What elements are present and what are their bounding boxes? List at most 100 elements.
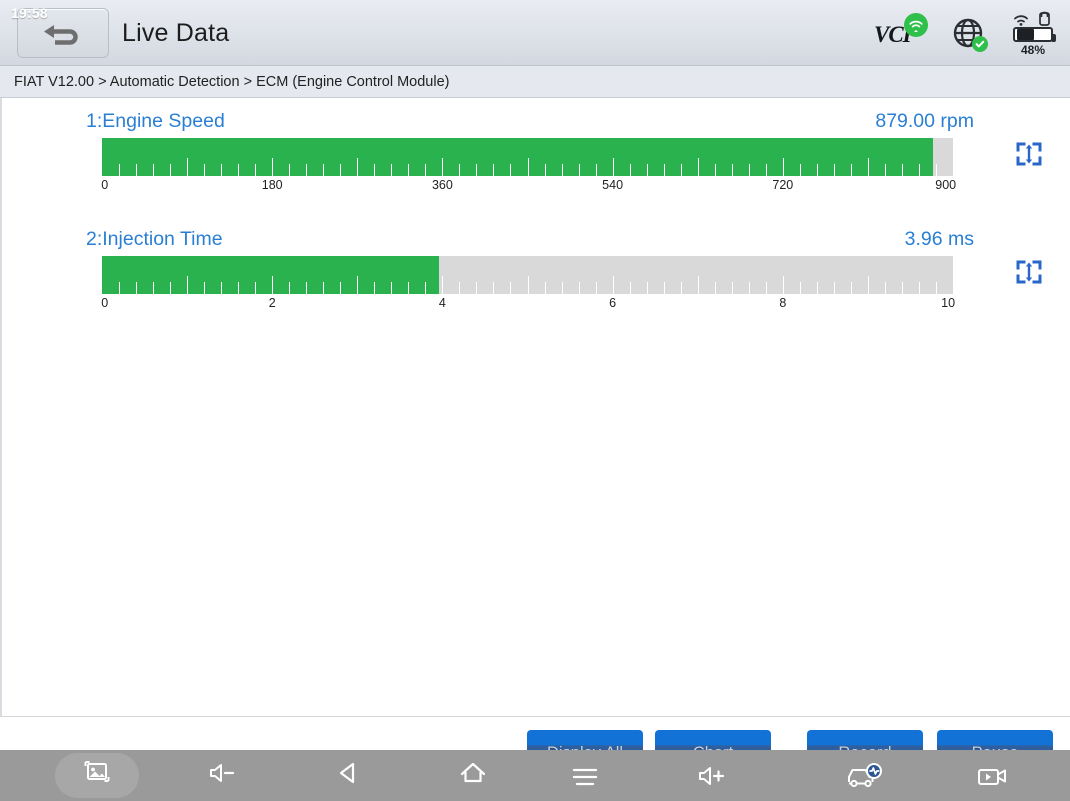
gauge-tick xyxy=(595,164,597,176)
live-data-item-value: 3.96 ms xyxy=(904,227,974,250)
gauge-tick xyxy=(187,158,189,176)
nav-screenshot[interactable] xyxy=(52,750,142,801)
volume-up-icon xyxy=(668,750,758,801)
volume-down-icon xyxy=(206,760,240,791)
gauge-axis-label: 180 xyxy=(261,178,283,192)
gauge-tick xyxy=(578,282,580,294)
breadcrumb-text: FIAT V12.00 > Automatic Detection > ECM … xyxy=(14,73,450,90)
gauge-tick xyxy=(799,164,801,176)
live-data-item-header: 2:Injection Time 3.96 ms xyxy=(2,222,1070,256)
gauge-tick xyxy=(408,164,410,176)
gauge-track xyxy=(102,256,953,294)
gauge-tick xyxy=(289,164,291,176)
gauge-axis-label: 8 xyxy=(779,296,787,310)
gauge-tick xyxy=(544,164,546,176)
gauge-tick xyxy=(748,282,750,294)
wifi-connected-icon xyxy=(904,13,928,37)
vci-indicator[interactable]: VCI xyxy=(874,13,928,50)
battery-fill xyxy=(1017,29,1035,40)
check-icon xyxy=(972,36,988,52)
gauge-tick xyxy=(425,164,427,176)
gauge-axis-label: 360 xyxy=(431,178,453,192)
gauge-tick xyxy=(204,282,206,294)
gauge-tick xyxy=(527,276,529,294)
gauge-axis-label: 10 xyxy=(941,296,956,310)
breadcrumb[interactable]: FIAT V12.00 > Automatic Detection > ECM … xyxy=(0,66,1070,98)
gauge-tick xyxy=(119,164,121,176)
gauge-tick xyxy=(340,164,342,176)
gauge-tick xyxy=(493,164,495,176)
nav-back[interactable] xyxy=(303,750,393,801)
gauge-tick xyxy=(731,164,733,176)
gauge-axis-label: 4 xyxy=(438,296,446,310)
gauge-tick xyxy=(765,164,767,176)
gauge-tick xyxy=(884,164,886,176)
gauge-tick xyxy=(561,164,563,176)
nav-volume-down[interactable] xyxy=(178,750,268,801)
gauge-tick xyxy=(867,158,869,176)
gauge-tick xyxy=(850,164,852,176)
gauge-tick xyxy=(136,282,138,294)
gauge-tick xyxy=(799,282,801,294)
gauge-tick xyxy=(272,158,274,176)
gauge-tick xyxy=(357,158,359,176)
gauge-tick xyxy=(510,282,512,294)
gauge-axis-label: 2 xyxy=(268,296,276,310)
battery-top-icons xyxy=(1010,9,1056,27)
gauge-tick xyxy=(323,164,325,176)
gauge-tick xyxy=(493,282,495,294)
gauge-tick xyxy=(255,282,257,294)
nav-home[interactable] xyxy=(428,750,518,801)
gauge-tick xyxy=(663,282,665,294)
live-data-item[interactable]: 2:Injection Time 3.96 ms 0 2 4 6 8 10 xyxy=(2,222,1070,316)
gauge-tick xyxy=(374,164,376,176)
gauge-tick xyxy=(459,282,461,294)
gauge-tick xyxy=(646,164,648,176)
gauge-tick xyxy=(170,282,172,294)
gauge-axis: 0 180 360 540 720 900 xyxy=(101,176,956,198)
gauge-axis-label: 0 xyxy=(101,296,109,310)
gauge-tick xyxy=(221,282,223,294)
gauge-tick xyxy=(272,276,274,294)
gauge-tick xyxy=(901,164,903,176)
back-arrow-icon xyxy=(40,18,86,48)
gauge-tick xyxy=(476,164,478,176)
gauge-tick xyxy=(918,282,920,294)
live-data-item[interactable]: 1:Engine Speed 879.00 rpm 0 180 360 540 720 900 xyxy=(2,104,1070,198)
gauge-tick xyxy=(612,158,614,176)
menu-lines-icon xyxy=(540,750,630,801)
expand-item-button[interactable] xyxy=(1012,258,1046,290)
gauge-tick xyxy=(459,164,461,176)
gauge-tick xyxy=(323,282,325,294)
globe-indicator[interactable] xyxy=(952,17,988,52)
video-play-icon xyxy=(950,750,1040,801)
gauge-tick xyxy=(170,164,172,176)
gauge-tick xyxy=(680,164,682,176)
gauge-tick xyxy=(425,282,427,294)
back-triangle-icon xyxy=(333,759,363,792)
gauge-tick xyxy=(442,276,444,294)
gauge-tick xyxy=(578,164,580,176)
gauge-tick xyxy=(782,276,784,294)
gauge-tick xyxy=(833,282,835,294)
battery-indicator[interactable]: 48% xyxy=(1010,9,1056,57)
gauge-tick xyxy=(204,164,206,176)
expand-item-button[interactable] xyxy=(1012,140,1046,172)
gauge-tick xyxy=(306,282,308,294)
gauge-tick xyxy=(187,276,189,294)
gauge-tick xyxy=(935,282,937,294)
gauge-tick xyxy=(561,282,563,294)
gauge-tick xyxy=(850,282,852,294)
gauge-tick xyxy=(527,158,529,176)
gauge-tick xyxy=(306,164,308,176)
gauge-tick xyxy=(782,158,784,176)
gauge-tick xyxy=(119,282,121,294)
gauge-tick xyxy=(612,276,614,294)
gauge-tick xyxy=(391,164,393,176)
live-data-item-name: 1:Engine Speed xyxy=(86,109,225,132)
gauge-axis-label: 720 xyxy=(772,178,794,192)
title-bar: 19:58 Live Data VCI 48% xyxy=(0,0,1070,66)
gauge-tick xyxy=(765,282,767,294)
record-car-icon xyxy=(820,750,910,801)
page-title: Live Data xyxy=(122,19,230,47)
